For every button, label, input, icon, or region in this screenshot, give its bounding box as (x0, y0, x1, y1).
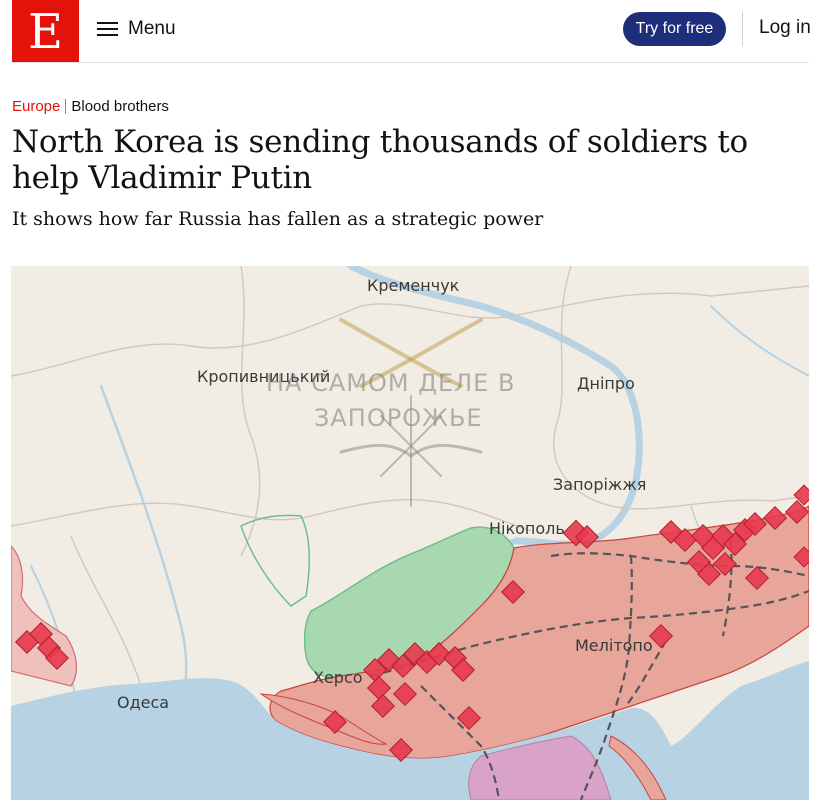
watermark-line-1: НА САМОМ ДЕЛЕ В (266, 369, 516, 397)
city-label-melitopol: Мелітопо (575, 636, 653, 655)
kicker-separator (65, 99, 67, 114)
city-label-kremenchuk: Кременчук (367, 276, 460, 295)
logo-letter: E (27, 4, 64, 60)
header-rule (12, 62, 809, 63)
login-link[interactable]: Log in (759, 17, 811, 39)
city-label-odesa: Одеса (117, 693, 170, 712)
article-kicker: Europe Blood brothers (12, 98, 169, 115)
watermark-line-2: ЗАПОРОЖЬЕ (314, 404, 483, 432)
hamburger-icon (97, 22, 118, 36)
flytitle: Blood brothers (71, 98, 169, 115)
city-label-kherson: Херсо (313, 668, 363, 687)
city-label-dnipro: Дніпро (577, 374, 635, 393)
economist-logo[interactable]: E (12, 0, 79, 62)
section-link[interactable]: Europe (12, 98, 60, 115)
site-header: E Menu Try for free Log in (0, 0, 820, 64)
article-map: Кременчук Кропивницький Дніпро Запоріжжя… (11, 266, 809, 800)
city-label-zaporizhzhia: Запоріжжя (553, 475, 647, 494)
menu-button[interactable]: Menu (97, 16, 176, 42)
menu-label: Menu (128, 18, 176, 39)
article-headline: North Korea is sending thousands of sold… (12, 124, 748, 196)
city-label-nikopol: Нікополь (489, 519, 565, 538)
article-subheadline: It shows how far Russia has fallen as a … (12, 208, 544, 230)
map-svg (11, 266, 809, 800)
try-for-free-button[interactable]: Try for free (623, 12, 726, 46)
header-divider (742, 12, 743, 46)
